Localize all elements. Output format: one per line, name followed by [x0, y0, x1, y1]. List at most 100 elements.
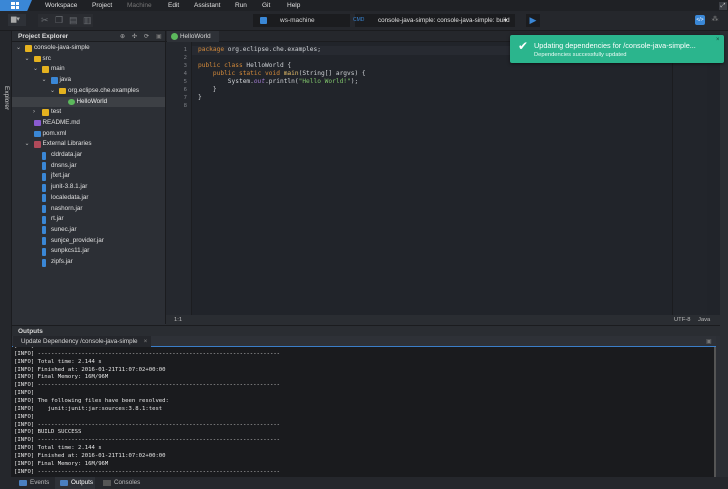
refresh-icon[interactable]: ⟳ — [144, 33, 149, 40]
locate-icon[interactable]: ⊕ — [120, 33, 125, 40]
tree-item[interactable]: ⌄main — [12, 64, 165, 75]
tree-item-label: External Libraries — [43, 139, 92, 150]
tree-item[interactable]: ›test — [12, 107, 165, 118]
chevron-down-icon[interactable]: ⌄ — [50, 86, 55, 97]
chevron-down-icon[interactable]: ⌄ — [25, 139, 30, 150]
tree-item[interactable]: sunec.jar — [12, 225, 165, 236]
folder-icon — [34, 56, 41, 63]
chevron-right-icon[interactable]: › — [33, 107, 35, 118]
tree-item[interactable]: pom.xml — [12, 129, 165, 140]
delete-icon[interactable]: ▥ — [83, 15, 91, 25]
jar-icon — [42, 194, 46, 202]
menu-edit[interactable]: Edit — [168, 1, 179, 11]
cut-icon[interactable]: ✂ — [41, 15, 49, 25]
jar-icon — [42, 205, 46, 213]
chevron-down-icon[interactable]: ⌄ — [25, 54, 30, 65]
chevron-down-icon: ▾ — [504, 17, 507, 24]
tree-item[interactable]: rt.jar — [12, 214, 165, 225]
output-console[interactable]: [INFO] BUILD SUCCESS[INFO] -------------… — [12, 347, 716, 477]
console-line: [INFO] Total time: 2.144 s — [14, 444, 102, 452]
close-icon[interactable]: × — [716, 37, 720, 43]
minimize-icon[interactable]: ▣ — [706, 338, 712, 345]
tree-item-label: pom.xml — [43, 129, 67, 140]
tree-item-label: cldrdata.jar — [51, 150, 82, 161]
tree-item[interactable]: HelloWorld — [12, 97, 165, 108]
line-gutter: 12345678 — [166, 42, 192, 315]
tree-item[interactable]: ⌄src — [12, 54, 165, 65]
tab-outputs[interactable]: Outputs — [55, 477, 95, 489]
che-logo[interactable] — [0, 0, 32, 11]
menu-git[interactable]: Git — [262, 1, 270, 11]
tab-helloworld[interactable]: HelloWorld × — [167, 31, 219, 42]
console-line: [INFO] BUILD SUCCESS — [14, 428, 81, 436]
chevron-down-icon[interactable]: ⌄ — [33, 64, 38, 75]
string-literal: "Hello World!" — [299, 78, 351, 85]
notification-title: Updating dependencies for /console-java-… — [534, 41, 696, 50]
collapse-icon[interactable]: ✣ — [132, 33, 137, 40]
maven-icon — [34, 131, 41, 138]
plugins-icon[interactable]: ⁂ — [710, 15, 720, 25]
jar-icon — [42, 152, 46, 160]
tree-item[interactable]: jfxrt.jar — [12, 171, 165, 182]
language: Java — [698, 315, 710, 325]
menu-machine[interactable]: Machine — [127, 1, 152, 11]
console-line: [INFO] Final Memory: 16M/96M — [14, 373, 108, 381]
tree-item[interactable]: nashorn.jar — [12, 204, 165, 215]
tree-item[interactable]: dnsns.jar — [12, 161, 165, 172]
jar-icon — [42, 248, 46, 256]
tree-item[interactable]: ⌄ console-java-simple — [12, 43, 165, 54]
chevron-down-icon[interactable]: ⌄ — [16, 43, 21, 54]
copy-icon[interactable]: ❐ — [55, 15, 63, 25]
explorer-side-tab[interactable]: Explorer — [3, 86, 10, 110]
menu-run[interactable]: Run — [235, 1, 247, 11]
new-file-dropdown-icon[interactable]: ▆▾ — [8, 14, 26, 26]
menu-project[interactable]: Project — [92, 1, 112, 11]
close-tab-icon[interactable]: × — [144, 338, 148, 345]
run-button[interactable]: ▶ — [526, 14, 540, 27]
menu-workspace[interactable]: Workspace — [45, 1, 77, 11]
notification-toast: ✔ Updating dependencies for /console-jav… — [510, 35, 724, 63]
menu-assistant[interactable]: Assistant — [194, 1, 220, 11]
package-icon — [59, 88, 66, 95]
machine-selector[interactable]: ws-machine — [253, 14, 350, 27]
tree-item[interactable]: sunpkcs11.jar — [12, 246, 165, 257]
code-text: System. — [198, 78, 254, 85]
line-number: 5 — [184, 79, 187, 85]
tree-item-label: rt.jar — [51, 214, 64, 225]
tree-item[interactable]: ⌄java — [12, 75, 165, 86]
menu-help[interactable]: Help — [287, 1, 300, 11]
console-line: [INFO] Final Memory: 16M/96M — [14, 460, 108, 468]
minimize-icon[interactable]: ▣ — [156, 33, 162, 40]
tree-item-label: sunjce_provider.jar — [51, 236, 104, 247]
line-number: 4 — [184, 71, 187, 77]
tree-item[interactable]: cldrdata.jar — [12, 150, 165, 161]
keyword: package — [198, 46, 224, 53]
chevron-down-icon[interactable]: ⌄ — [42, 75, 47, 86]
markdown-icon — [34, 120, 41, 127]
code-text: (String[] argvs) { — [299, 70, 366, 77]
tab-events[interactable]: Events — [14, 477, 49, 489]
checkmark-icon: ✔ — [518, 39, 528, 53]
tab-consoles[interactable]: Consoles — [98, 477, 140, 489]
tree-item-label: console-java-simple — [34, 43, 90, 54]
tree-item[interactable]: localedata.jar — [12, 193, 165, 204]
tree-item[interactable]: README.md — [12, 118, 165, 129]
tree-item-label: README.md — [43, 118, 80, 129]
tree-item-label: jfxrt.jar — [51, 171, 70, 182]
tab-update-dependency[interactable]: Update Dependency /console-java-simple× — [13, 336, 151, 347]
source-folder-icon — [51, 77, 58, 84]
tree-item[interactable]: ⌄ External Libraries — [12, 139, 165, 150]
command-selector[interactable]: CMD console-java-simple: console-java-si… — [355, 14, 515, 27]
fullscreen-icon[interactable]: ⤢ — [719, 2, 727, 10]
encoding: UTF-8 — [674, 315, 690, 325]
tree-item[interactable]: ⌄org.eclipse.che.examples — [12, 86, 165, 97]
tab-label: Outputs — [71, 479, 93, 486]
minimap[interactable] — [672, 42, 707, 315]
code-view-icon[interactable]: </> — [695, 15, 705, 25]
outputs-icon — [60, 480, 68, 486]
tree-item[interactable]: zipfs.jar — [12, 257, 165, 268]
paste-icon[interactable]: ▤ — [69, 15, 77, 25]
tree-item[interactable]: sunjce_provider.jar — [12, 236, 165, 247]
tree-item[interactable]: junit-3.8.1.jar — [12, 182, 165, 193]
jar-icon — [42, 259, 46, 267]
